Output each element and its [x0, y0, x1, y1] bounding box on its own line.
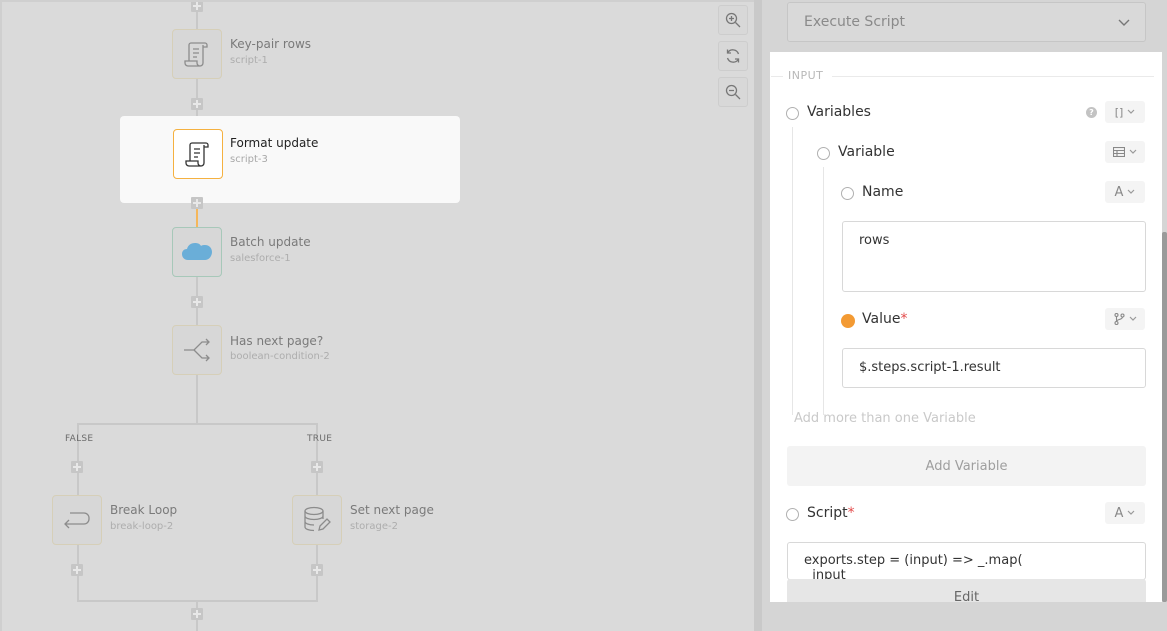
add-more-hint: Add more than one Variable: [794, 411, 976, 426]
list-type-icon: []: [1114, 105, 1124, 119]
step-label: Break Loop: [110, 503, 178, 517]
zoom-out-icon: [725, 84, 741, 100]
nesting-rule: [792, 127, 793, 415]
add-step-button[interactable]: [191, 98, 203, 110]
database-edit-icon: [304, 506, 331, 532]
name-value-input[interactable]: rows: [842, 221, 1146, 292]
salesforce-icon: [182, 243, 212, 260]
variable-label: Variable: [838, 144, 895, 160]
step-node-format-update[interactable]: [173, 129, 223, 179]
variable-input-radio[interactable]: [817, 147, 830, 160]
text-type-icon: A: [1114, 505, 1124, 521]
add-step-button[interactable]: [311, 461, 323, 473]
script-icon: [184, 42, 208, 67]
panel-scrollbar[interactable]: [1162, 232, 1167, 602]
input-form: INPUT Variables ? [] Variable Name A row…: [770, 52, 1162, 602]
step-sub-label: storage-2: [350, 521, 398, 532]
step-label: Has next page?: [230, 334, 324, 348]
add-variable-button[interactable]: Add Variable: [787, 446, 1146, 486]
script-input-radio[interactable]: [786, 508, 799, 521]
step-node-break-loop[interactable]: [52, 495, 102, 545]
step-node-set-next-page[interactable]: [292, 495, 342, 545]
add-step-button[interactable]: [191, 2, 203, 12]
add-step-button[interactable]: [311, 564, 323, 576]
zoom-in-icon: [725, 12, 741, 28]
variables-input-radio[interactable]: [786, 107, 799, 120]
branch-false-label: FALSE: [65, 434, 94, 444]
step-label: Format update: [230, 136, 319, 150]
table-icon: [1113, 147, 1125, 157]
step-sub-label: break-loop-2: [110, 521, 174, 532]
divider: [771, 76, 783, 77]
name-input-radio[interactable]: [841, 187, 854, 200]
section-header-input: INPUT: [788, 69, 824, 82]
text-type-icon: A: [1114, 184, 1124, 200]
branch-line: [77, 423, 318, 425]
chevron-down-icon: [1128, 189, 1135, 194]
zoom-in-button[interactable]: [718, 5, 748, 35]
loop-back-icon: [64, 512, 90, 529]
step-node-has-next-page[interactable]: [172, 325, 222, 375]
variables-type-select[interactable]: []: [1105, 101, 1145, 123]
add-step-button[interactable]: [71, 564, 83, 576]
step-label: Batch update: [230, 235, 311, 249]
chevron-down-icon: [1127, 109, 1135, 114]
step-sub-label: salesforce-1: [230, 253, 291, 264]
branch-true-label: TRUE: [307, 434, 333, 444]
script-icon: [185, 142, 209, 167]
chevron-down-icon: [1118, 19, 1130, 26]
reset-zoom-button[interactable]: [718, 41, 748, 71]
name-type-select[interactable]: A: [1105, 181, 1145, 203]
add-step-button[interactable]: [191, 296, 203, 308]
value-type-select[interactable]: [1105, 308, 1145, 330]
add-step-button[interactable]: [191, 608, 203, 620]
step-sub-label: script-3: [230, 154, 268, 165]
script-code-editor[interactable]: exports.step = (input) => _.map( input: [787, 542, 1146, 580]
workflow-canvas[interactable]: Key-pair rows script-1 Format update scr…: [0, 0, 754, 631]
step-sub-label: boolean-condition-2: [230, 351, 330, 362]
add-step-button[interactable]: [71, 461, 83, 473]
connector-line: [196, 375, 198, 424]
edit-script-button[interactable]: Edit: [787, 579, 1146, 602]
action-select-value: Execute Script: [804, 14, 906, 30]
add-step-button[interactable]: [191, 197, 203, 209]
action-select[interactable]: Execute Script: [787, 2, 1146, 42]
step-config-panel: Execute Script INPUT Variables ? [] Vari…: [754, 0, 1167, 631]
step-sub-label: script-1: [230, 55, 268, 66]
help-icon[interactable]: ?: [1086, 107, 1097, 118]
chevron-down-icon: [1129, 316, 1136, 321]
script-label: Script*: [807, 505, 855, 521]
zoom-out-button[interactable]: [718, 77, 748, 107]
divider: [832, 76, 1154, 77]
nesting-rule: [823, 167, 824, 415]
value-label: Value*: [862, 311, 908, 327]
name-label: Name: [862, 184, 904, 200]
git-branch-icon: [1113, 313, 1125, 325]
chevron-down-icon: [1128, 510, 1135, 515]
branch-icon: [184, 338, 210, 362]
step-node-key-pair-rows[interactable]: [172, 29, 222, 79]
step-label: Key-pair rows: [230, 37, 312, 51]
step-card-format-update[interactable]: Format update script-3: [120, 116, 460, 203]
required-mark: *: [847, 505, 855, 521]
step-label: Set next page: [350, 503, 434, 517]
variables-label: Variables: [807, 104, 871, 120]
required-mark: *: [900, 311, 908, 327]
reset-zoom-icon: [726, 49, 740, 63]
chevron-down-icon: [1129, 149, 1137, 154]
step-node-batch-update[interactable]: [172, 227, 222, 277]
variable-type-select[interactable]: [1105, 141, 1145, 163]
script-type-select[interactable]: A: [1105, 502, 1145, 524]
value-reference-input[interactable]: $.steps.script-1.result: [842, 348, 1146, 388]
value-input-radio[interactable]: [841, 314, 855, 328]
